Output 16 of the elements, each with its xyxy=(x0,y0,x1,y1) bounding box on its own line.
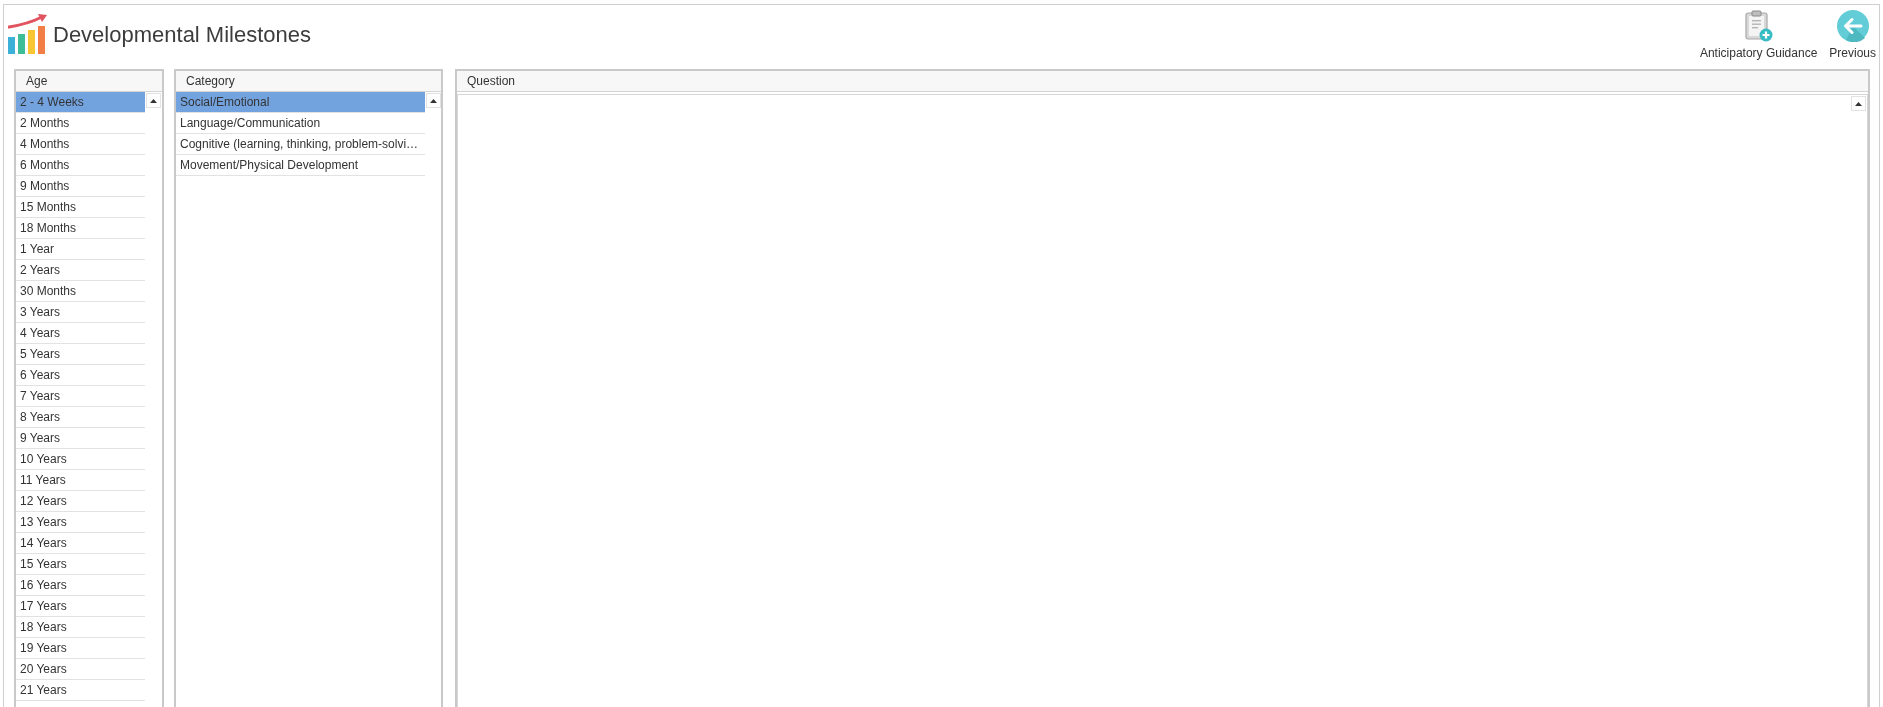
triangle-up-icon xyxy=(429,98,437,103)
previous-button[interactable]: Previous xyxy=(1829,8,1876,61)
column-header: Age xyxy=(16,71,162,92)
toolbar-button[interactable]: Anticipatory Guidance xyxy=(1699,8,1818,61)
bar-chart-logo-icon xyxy=(8,14,48,54)
clipboard-plus-icon xyxy=(1744,10,1773,42)
list-item[interactable]: 2 - 4 Weeks xyxy=(16,92,145,113)
triangle-up-icon xyxy=(1855,101,1862,106)
column-header: Category xyxy=(176,71,441,92)
page-title: Developmental Milestones xyxy=(53,20,312,49)
list-item[interactable]: Social/Emotional xyxy=(176,92,425,113)
scroll-up-button[interactable] xyxy=(425,93,441,108)
column-header: Question xyxy=(457,71,1868,92)
triangle-up-icon xyxy=(150,98,157,103)
scroll-up-button[interactable] xyxy=(146,93,161,108)
scroll-up-button[interactable] xyxy=(1851,96,1866,111)
